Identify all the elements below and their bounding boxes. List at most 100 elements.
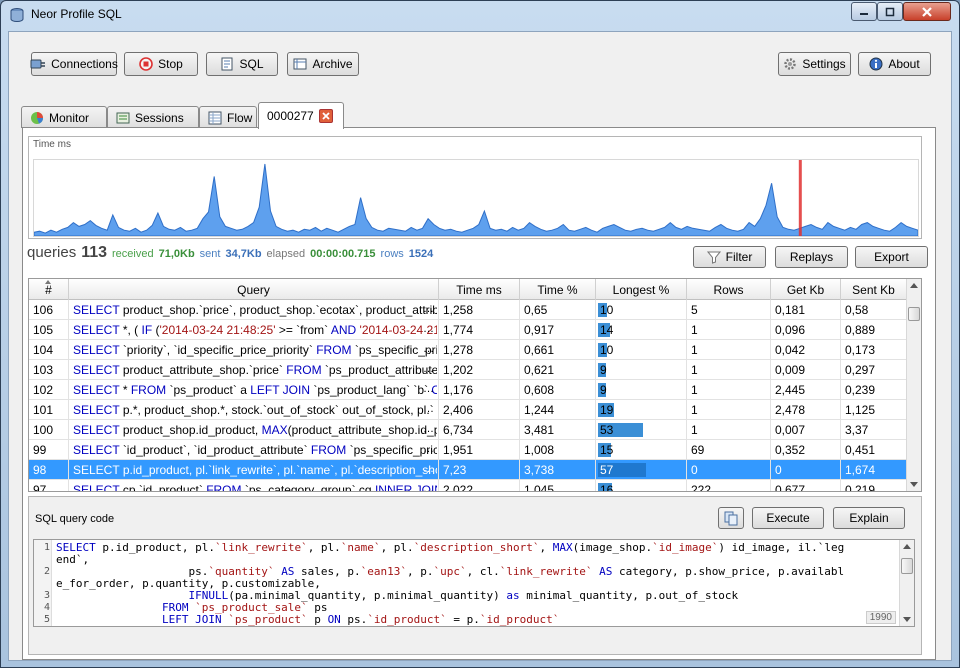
connections-button[interactable]: Connections: [30, 52, 118, 76]
tab-flow[interactable]: Flow: [199, 106, 257, 128]
cell-sent-kb: 0,58: [841, 300, 907, 320]
cell-number: 98: [29, 460, 69, 480]
cell-get-kb: 0,181: [771, 300, 841, 320]
received-label: received: [112, 248, 154, 260]
app-window: Neor Profile SQL Connections Stop SQL Ar…: [0, 0, 960, 668]
expand-query-button[interactable]: …: [423, 343, 434, 355]
expand-query-button[interactable]: …: [423, 423, 434, 435]
scroll-down-arrow[interactable]: [910, 482, 918, 487]
export-button[interactable]: Export: [855, 246, 928, 268]
editor-scroll-down-arrow[interactable]: [903, 617, 911, 622]
gear-icon: [784, 58, 797, 70]
table-row[interactable]: 104 SELECT `priority`, `id_specific_price…: [29, 340, 907, 360]
scroll-up-arrow[interactable]: [910, 283, 918, 288]
expand-query-button[interactable]: …: [423, 483, 434, 491]
maximize-button[interactable]: [877, 2, 903, 21]
cell-rows: 1: [687, 380, 771, 400]
tab-sessions[interactable]: Sessions: [107, 106, 199, 128]
archive-button[interactable]: Archive: [287, 52, 359, 76]
window-title: Neor Profile SQL: [31, 7, 122, 21]
cell-query: SELECT product_attribute_shop.`price` FR…: [69, 360, 439, 380]
copy-button[interactable]: [718, 507, 744, 529]
table-row[interactable]: 97 SELECT cp.`id_product` FROM `ps_catego…: [29, 480, 907, 491]
column-header-query[interactable]: Query: [69, 279, 439, 300]
sql-code-editor[interactable]: 1 2 345 SELECT p.id_product, pl.`link_rewr…: [33, 539, 915, 627]
column-header-time-ms[interactable]: Time ms: [439, 279, 520, 300]
expand-query-button[interactable]: …: [423, 463, 434, 475]
sql-button[interactable]: SQL: [206, 52, 278, 76]
close-window-button[interactable]: [903, 2, 951, 21]
tab-session-label: 0000277: [267, 109, 314, 123]
close-tab-button[interactable]: [318, 109, 333, 123]
line-number: 4: [43, 602, 50, 613]
expand-query-button[interactable]: …: [423, 403, 434, 415]
code-line: LEFT JOIN `ps_product` p ON ps.`id_produ…: [161, 613, 560, 626]
column-header-number[interactable]: #: [29, 279, 69, 300]
table-row[interactable]: 106 SELECT product_shop.`price`, product_…: [29, 300, 907, 320]
replays-button[interactable]: Replays: [775, 246, 848, 268]
table-vertical-scrollbar[interactable]: [906, 279, 921, 491]
column-header-longest[interactable]: Longest %: [596, 279, 687, 300]
longest-percent-value: 10: [600, 303, 614, 317]
expand-query-button[interactable]: …: [423, 323, 434, 335]
settings-button[interactable]: Settings: [778, 52, 851, 76]
code-line: SELECT p.id_product, pl.`link_rewrite`, …: [56, 541, 845, 554]
table-row[interactable]: 101 SELECT p.*, product_shop.*, stock.`ou…: [29, 400, 907, 420]
cell-rows: 5: [687, 300, 771, 320]
expand-query-button[interactable]: …: [423, 443, 434, 455]
cell-get-kb: 0,009: [771, 360, 841, 380]
editor-scroll-thumb[interactable]: [901, 558, 913, 574]
cell-longest-percent: 9: [596, 380, 687, 400]
column-header-time[interactable]: Time %: [520, 279, 596, 300]
session-stats: queries 113 received 71,0Kb sent 34,7Kb …: [27, 244, 433, 266]
table-row[interactable]: 102 SELECT * FROM `ps_product` a LEFT JOI…: [29, 380, 907, 400]
sort-arrow-icon: [45, 280, 51, 284]
about-button[interactable]: About: [858, 52, 931, 76]
about-label: About: [888, 57, 920, 71]
longest-percent-value: 57: [600, 463, 614, 477]
filter-button[interactable]: Filter: [693, 246, 766, 268]
tab-flow-label: Flow: [227, 110, 253, 125]
cell-longest-percent: 9: [596, 360, 687, 380]
cell-sent-kb: 0,239: [841, 380, 907, 400]
cell-sent-kb: 3,37: [841, 420, 907, 440]
scroll-thumb[interactable]: [908, 307, 920, 321]
sql-query-code-label: SQL query code: [35, 513, 115, 525]
minimize-button[interactable]: [851, 2, 877, 21]
cell-rows: 69: [687, 440, 771, 460]
cell-longest-percent: 14: [596, 320, 687, 340]
cell-longest-percent: 15: [596, 440, 687, 460]
column-header-rows[interactable]: Rows: [687, 279, 771, 300]
query-text: SELECT p.id_product, pl.`link_rewrite`, …: [73, 463, 437, 477]
table-row[interactable]: 105 SELECT *, ( IF ('2014-03-24 21:48:25'…: [29, 320, 907, 340]
table-row[interactable]: 98 SELECT p.id_product, pl.`link_rewrite`…: [29, 460, 907, 480]
cell-query: SELECT p.*, product_shop.*, stock.`out_o…: [69, 400, 439, 420]
expand-query-button[interactable]: …: [423, 383, 434, 395]
table-row[interactable]: 103 SELECT product_attribute_shop.`price`…: [29, 360, 907, 380]
editor-vertical-scrollbar[interactable]: [899, 540, 914, 626]
elapsed-label: elapsed: [266, 248, 306, 260]
table-row[interactable]: 99 SELECT `id_product`, `id_product_attri…: [29, 440, 907, 460]
received-value: 71,0Kb: [158, 248, 195, 260]
rows-label: rows: [380, 248, 404, 260]
expand-query-button[interactable]: …: [423, 303, 434, 315]
connections-label: Connections: [51, 57, 118, 71]
current-position-marker[interactable]: [798, 160, 802, 236]
expand-query-button[interactable]: …: [423, 363, 434, 375]
column-header-sent-kb[interactable]: Sent Kb: [841, 279, 907, 300]
cell-time-percent: 1,045: [520, 480, 596, 491]
table-row[interactable]: 100 SELECT product_shop.id_product, MAX(p…: [29, 420, 907, 440]
column-header-get-kb[interactable]: Get Kb: [771, 279, 841, 300]
line-number: 2: [43, 566, 50, 577]
explain-button[interactable]: Explain: [833, 507, 905, 529]
editor-scroll-up-arrow[interactable]: [903, 544, 911, 549]
execute-button[interactable]: Execute: [752, 507, 824, 529]
query-text: SELECT *, ( IF ('2014-03-24 21:48:25' >=…: [73, 323, 437, 337]
tab-session-0000277[interactable]: 0000277: [258, 102, 344, 129]
query-text: SELECT product_shop.`price`, product_sho…: [73, 303, 437, 317]
graph-plot-area[interactable]: [33, 159, 919, 237]
cell-query: SELECT * FROM `ps_product` a LEFT JOIN `…: [69, 380, 439, 400]
stop-button[interactable]: Stop: [124, 52, 198, 76]
cell-query: SELECT p.id_product, pl.`link_rewrite`, …: [69, 460, 439, 480]
tab-monitor[interactable]: Monitor: [21, 106, 107, 128]
